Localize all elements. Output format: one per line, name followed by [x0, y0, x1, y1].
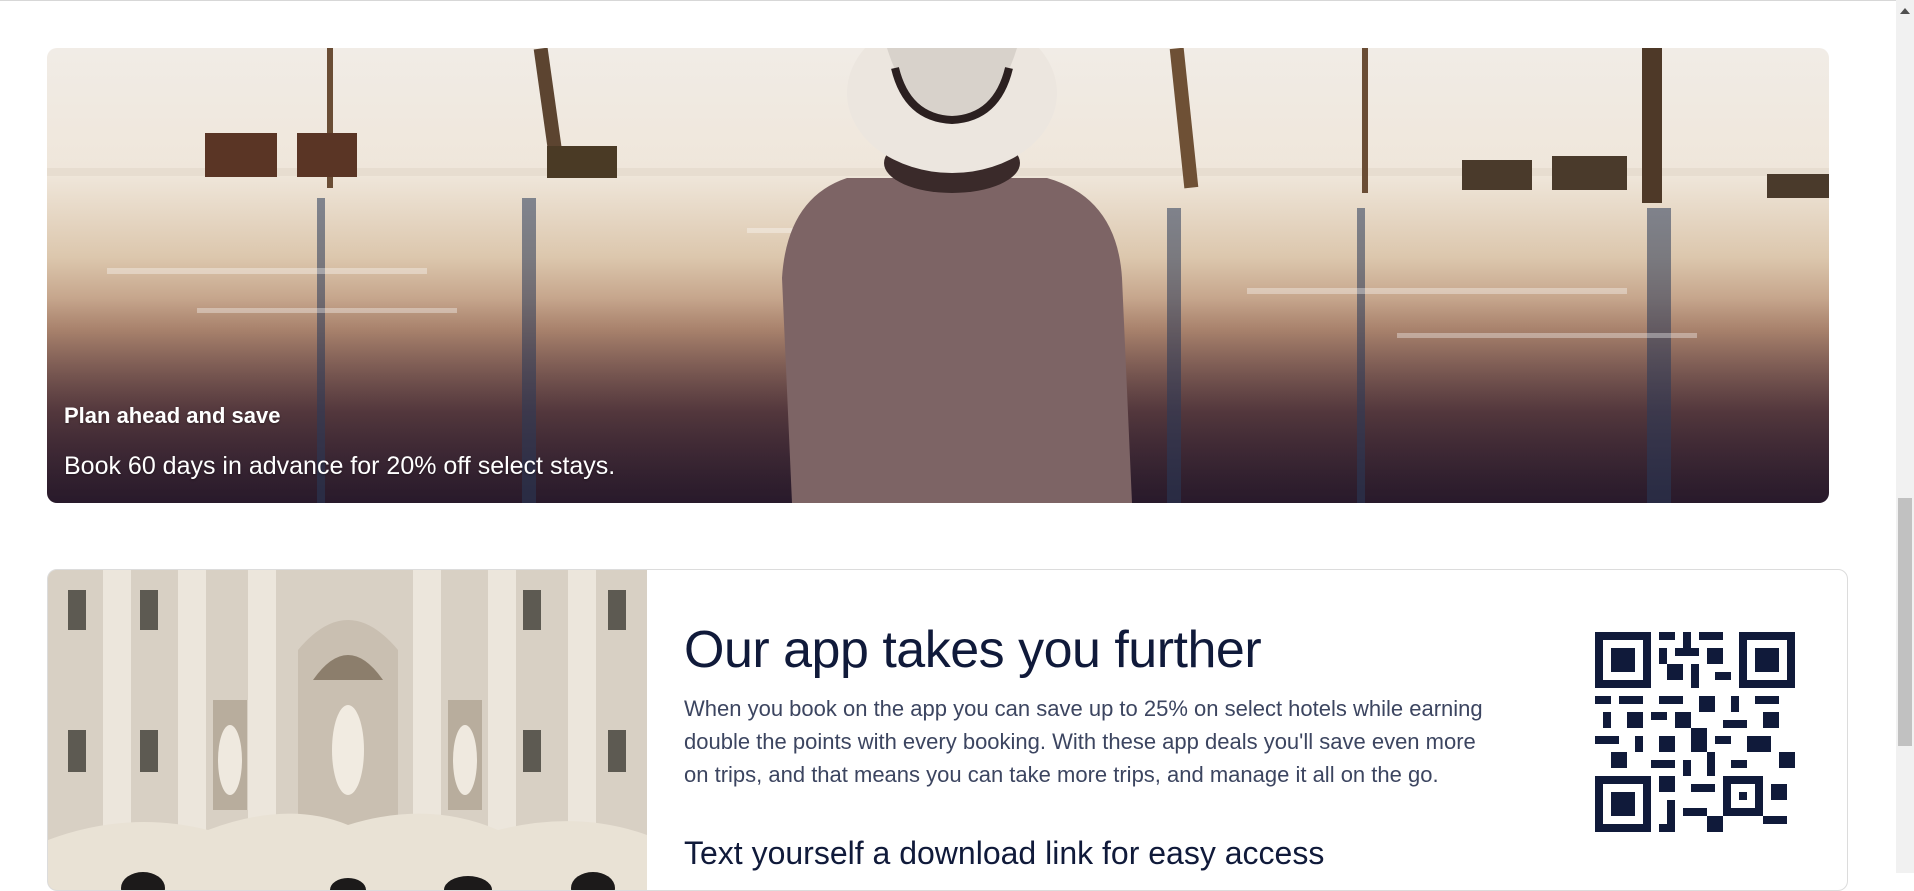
- hero-eyebrow: Plan ahead and save: [64, 403, 281, 428]
- qr-code: [1595, 632, 1795, 832]
- chevron-up-icon[interactable]: [1896, 2, 1914, 20]
- hero-banner[interactable]: Plan ahead and save Book 60 days in adva…: [47, 48, 1829, 503]
- app-promo-body: When you book on the app you can save up…: [684, 696, 1483, 787]
- scrollbar-thumb[interactable]: [1898, 498, 1912, 746]
- hero-image: [47, 48, 1829, 503]
- app-promo-card: Our app takes you further When you book …: [47, 569, 1848, 891]
- app-promo-title: Our app takes you further: [684, 621, 1262, 679]
- app-promo-text: Our app takes you further When you book …: [684, 620, 1484, 872]
- trevi-fountain-image: [48, 570, 647, 890]
- download-link-heading: Text yourself a download link for easy a…: [684, 835, 1325, 871]
- top-divider: [0, 0, 1896, 1]
- vertical-scrollbar[interactable]: [1896, 0, 1914, 873]
- hero-description: Book 60 days in advance for 20% off sele…: [64, 452, 616, 480]
